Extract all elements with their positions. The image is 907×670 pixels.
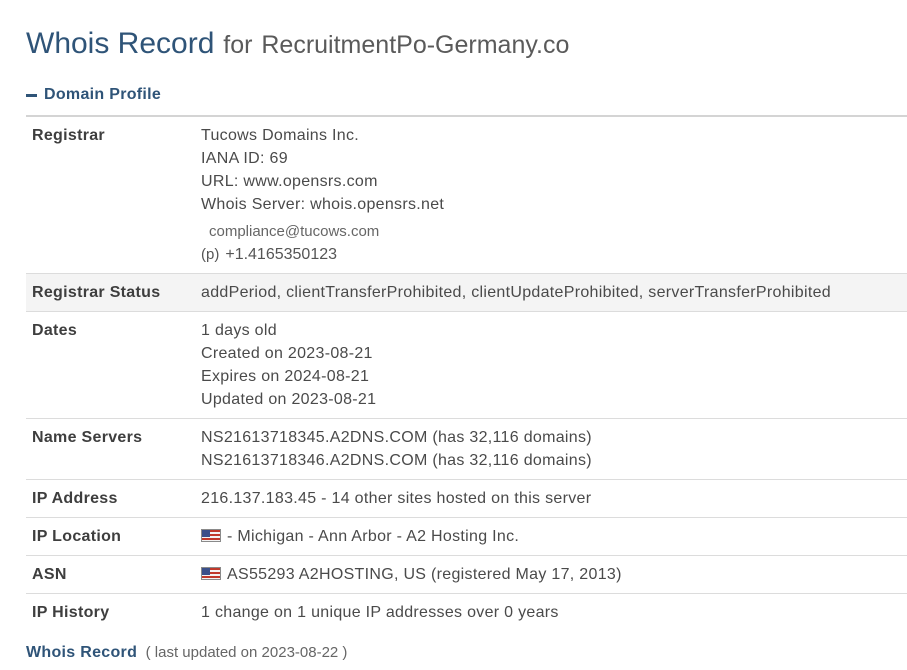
asn-text: AS55293 A2HOSTING, US (registered May 17…: [227, 566, 622, 583]
registrar-iana: IANA ID: 69: [201, 150, 288, 167]
registrar-phone: (p) +1.4165350123: [201, 243, 901, 266]
whois-record-updated: ( last updated on 2023-08-22 ): [145, 644, 348, 661]
ip-history-value: 1 change on 1 unique IP addresses over 0…: [201, 604, 559, 621]
page-title-main: Whois Record: [26, 27, 215, 60]
whois-record-link[interactable]: Whois Record: [26, 644, 137, 661]
dates-expires: Expires on 2024-08-21: [201, 368, 370, 385]
table-row-registrar-status: Registrar Status addPeriod, clientTransf…: [26, 273, 907, 312]
domain-profile-label: Domain Profile: [44, 86, 162, 103]
domain-profile-toggle[interactable]: Domain Profile: [26, 86, 161, 104]
table-row-registrar: Registrar Tucows Domains Inc. IANA ID: 6…: [26, 117, 907, 274]
phone-number: +1.4165350123: [225, 246, 338, 263]
table-row-dates: Dates 1 days old Created on 2023-08-21 E…: [26, 312, 907, 419]
dates-created: Created on 2023-08-21: [201, 345, 373, 362]
page-title-for: for: [223, 31, 253, 59]
phone-label: (p): [201, 246, 220, 263]
domain-profile-table: Registrar Tucows Domains Inc. IANA ID: 6…: [26, 117, 907, 631]
registrar-email: compliance@tucows.com: [209, 223, 380, 240]
name-server-1: NS21613718345.A2DNS.COM (has 32,116 doma…: [201, 429, 592, 446]
dates-age: 1 days old: [201, 322, 277, 339]
ip-address-value: 216.137.183.45 - 14 other sites hosted o…: [201, 490, 592, 507]
table-row-name-servers: Name Servers NS21613718345.A2DNS.COM (ha…: [26, 419, 907, 480]
dates-value: 1 days old Created on 2023-08-21 Expires…: [195, 312, 907, 419]
page-title: Whois Record for RecruitmentPo-Germany.c…: [26, 24, 569, 61]
dates-key: Dates: [32, 322, 78, 339]
dates-updated: Updated on 2023-08-21: [201, 391, 377, 408]
table-row-ip-location: IP Location - Michigan - Ann Arbor - A2 …: [26, 518, 907, 556]
asn-value: AS55293 A2HOSTING, US (registered May 17…: [195, 556, 907, 594]
ip-history-key: IP History: [32, 604, 110, 621]
registrar-name: Tucows Domains Inc.: [201, 127, 360, 144]
us-flag-icon: [201, 529, 221, 542]
minus-icon: [26, 93, 37, 97]
name-servers-value: NS21613718345.A2DNS.COM (has 32,116 doma…: [195, 419, 907, 480]
registrar-status-key: Registrar Status: [32, 284, 161, 301]
name-servers-key: Name Servers: [32, 429, 143, 446]
name-server-2: NS21613718346.A2DNS.COM (has 32,116 doma…: [201, 452, 592, 469]
whois-record-footer: Whois Record ( last updated on 2023-08-2…: [26, 644, 347, 662]
table-row-asn: ASN AS55293 A2HOSTING, US (registered Ma…: [26, 556, 907, 594]
ip-location-key: IP Location: [32, 528, 122, 545]
table-row-ip-history: IP History 1 change on 1 unique IP addre…: [26, 594, 907, 632]
registrar-value: Tucows Domains Inc. IANA ID: 69 URL: www…: [195, 117, 907, 274]
registrar-status-value: addPeriod, clientTransferProhibited, cli…: [201, 284, 831, 301]
registrar-key: Registrar: [32, 127, 105, 144]
registrar-whois-server: Whois Server: whois.opensrs.net: [201, 196, 445, 213]
asn-key: ASN: [32, 566, 67, 583]
ip-location-text: - Michigan - Ann Arbor - A2 Hosting Inc.: [227, 528, 520, 545]
us-flag-icon: [201, 567, 221, 580]
ip-location-value: - Michigan - Ann Arbor - A2 Hosting Inc.: [195, 518, 907, 556]
page-title-domain: RecruitmentPo-Germany.co: [261, 31, 570, 59]
table-row-ip-address: IP Address 216.137.183.45 - 14 other sit…: [26, 480, 907, 518]
registrar-url: URL: www.opensrs.com: [201, 173, 378, 190]
ip-address-key: IP Address: [32, 490, 118, 507]
